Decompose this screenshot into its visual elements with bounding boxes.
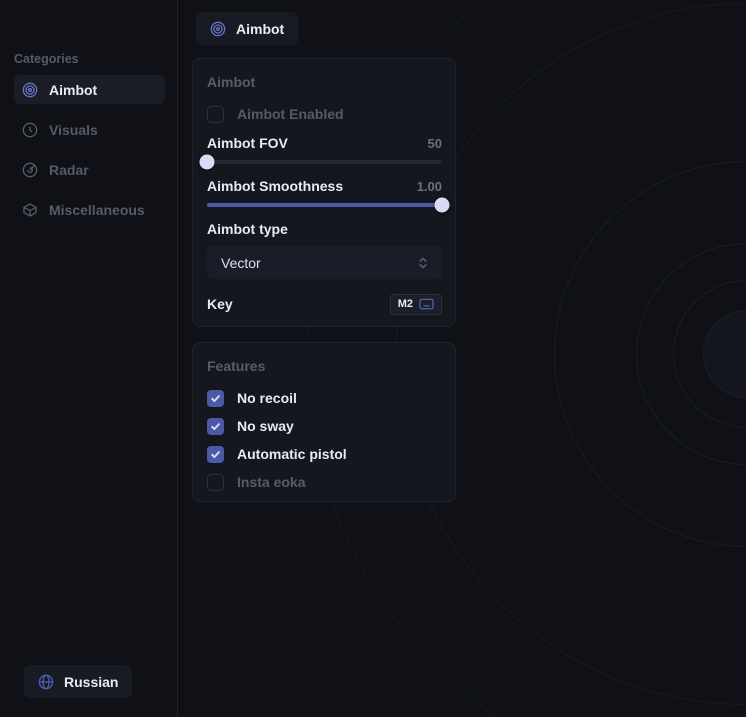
fov-slider[interactable] — [207, 160, 442, 164]
target-icon — [210, 21, 226, 37]
check-icon — [210, 449, 221, 460]
checkbox-label: Automatic pistol — [237, 446, 347, 462]
key-binding-value: M2 — [398, 298, 413, 310]
fov-value: 50 — [428, 136, 442, 151]
language-button-label: Russian — [64, 674, 118, 690]
checkbox-box[interactable] — [207, 106, 224, 123]
select-value: Vector — [221, 255, 261, 271]
app-window: Categories Aimbot Visuals — [0, 0, 746, 717]
unfold-icon — [416, 256, 430, 270]
decor-ring — [554, 161, 746, 547]
sidebar-item-radar[interactable]: Radar — [14, 155, 165, 184]
checkbox-row-no-recoil[interactable]: No recoil — [207, 389, 442, 407]
smoothness-label: Aimbot Smoothness — [207, 178, 343, 194]
aimbot-enabled-checkbox[interactable]: Aimbot Enabled — [207, 105, 442, 123]
decor-ring — [636, 243, 746, 465]
checkbox-label: No recoil — [237, 390, 297, 406]
language-button[interactable]: Russian — [24, 665, 132, 698]
package-icon — [22, 202, 38, 218]
aimbot-panel: Aimbot Aimbot Enabled Aimbot FOV 50 Aimb… — [192, 58, 456, 327]
checkbox-box[interactable] — [207, 446, 224, 463]
key-row: Key M2 — [207, 293, 442, 315]
key-label: Key — [207, 296, 233, 312]
checkbox-label: No sway — [237, 418, 294, 434]
panel-title: Aimbot — [207, 74, 255, 90]
tab-label: Aimbot — [236, 21, 284, 37]
smoothness-slider-fill — [207, 203, 442, 207]
sidebar-item-label: Miscellaneous — [49, 202, 145, 218]
checkbox-box[interactable] — [207, 474, 224, 491]
fov-slider-thumb[interactable] — [200, 155, 215, 170]
smoothness-slider-thumb[interactable] — [435, 198, 450, 213]
sidebar-item-label: Radar — [49, 162, 89, 178]
aimbot-type-select[interactable]: Vector — [207, 246, 442, 279]
smoothness-row: Aimbot Smoothness 1.00 — [207, 178, 442, 194]
checkbox-row-no-sway[interactable]: No sway — [207, 417, 442, 435]
check-icon — [210, 393, 221, 404]
checkbox-row-automatic-pistol[interactable]: Automatic pistol — [207, 445, 442, 463]
aimbot-type-row: Aimbot type — [207, 221, 442, 239]
aimbot-type-label: Aimbot type — [207, 221, 288, 237]
decor-ring — [703, 310, 746, 398]
fov-label: Aimbot FOV — [207, 135, 288, 151]
features-panel: Features No recoil No sway — [192, 342, 456, 502]
sidebar-item-aimbot[interactable]: Aimbot — [14, 75, 165, 104]
sidebar-item-visuals[interactable]: Visuals — [14, 115, 165, 144]
sidebar-nav: Aimbot Visuals Radar — [14, 75, 165, 235]
sidebar-item-label: Aimbot — [49, 82, 97, 98]
eye-icon — [22, 122, 38, 138]
checkbox-label: Insta eoka — [237, 474, 305, 490]
panel-title: Features — [207, 358, 265, 374]
target-icon — [22, 82, 38, 98]
checkbox-row-insta-eoka[interactable]: Insta eoka — [207, 473, 442, 491]
checkbox-box[interactable] — [207, 418, 224, 435]
smoothness-slider[interactable] — [207, 203, 442, 207]
radar-icon — [22, 162, 38, 178]
keyboard-icon — [419, 298, 434, 310]
smoothness-value: 1.00 — [417, 179, 442, 194]
globe-icon — [38, 674, 54, 690]
categories-label: Categories — [14, 52, 79, 66]
fov-row: Aimbot FOV 50 — [207, 135, 442, 151]
checkbox-label: Aimbot Enabled — [237, 106, 344, 122]
checkbox-box[interactable] — [207, 390, 224, 407]
sidebar-item-label: Visuals — [49, 122, 98, 138]
sidebar-item-miscellaneous[interactable]: Miscellaneous — [14, 195, 165, 224]
tab-aimbot[interactable]: Aimbot — [196, 12, 298, 45]
decor-ring — [673, 280, 746, 428]
sidebar: Categories Aimbot Visuals — [0, 0, 178, 717]
key-binding-button[interactable]: M2 — [390, 294, 442, 315]
check-icon — [210, 421, 221, 432]
